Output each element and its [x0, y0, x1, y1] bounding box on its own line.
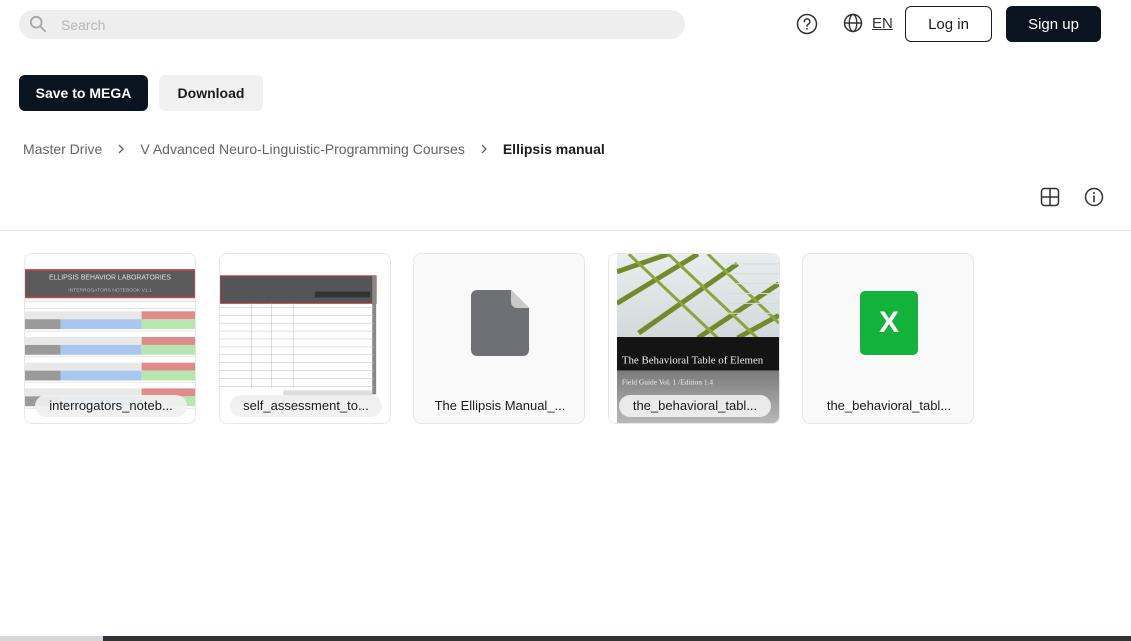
excel-glyph: X [878, 306, 899, 339]
file-name: the_behavioral_tabl... [826, 398, 952, 413]
file-name: interrogators_noteb... [35, 395, 187, 417]
file-tile[interactable]: ELLIPSIS BEHAVIOR LABORATORIES INTERROGA… [24, 253, 196, 424]
breadcrumb-current-folder: Ellipsis manual [502, 141, 605, 157]
breadcrumb: Master Drive V Advanced Neuro-Linguistic… [23, 140, 605, 158]
search-input[interactable] [61, 10, 661, 39]
file-name: the_behavioral_tabl... [619, 395, 771, 417]
file-tile[interactable]: X the_behavioral_tabl... [802, 253, 974, 424]
divider [0, 230, 1131, 231]
breadcrumb-master-drive[interactable]: Master Drive [23, 141, 102, 157]
cover-subtitle: Field Guide Vol. 1 /Edition 1.4 [622, 377, 714, 386]
thumb-title: ELLIPSIS BEHAVIOR LABORATORIES [49, 275, 171, 282]
help-icon[interactable] [796, 13, 818, 35]
cover-title: The Behavioral Table of Elemen [622, 355, 764, 367]
taskbar-edge [103, 636, 1131, 641]
login-button[interactable]: Log in [905, 6, 992, 42]
taskbar-edge [0, 636, 103, 641]
chevron-right-icon [481, 144, 487, 154]
search-icon [29, 15, 47, 33]
file-name: The Ellipsis Manual_... [434, 398, 566, 413]
save-to-mega-button[interactable]: Save to MEGA [19, 75, 148, 111]
globe-icon[interactable] [843, 13, 863, 33]
info-icon[interactable] [1084, 187, 1104, 207]
file-icon [471, 290, 529, 356]
chevron-right-icon [118, 144, 125, 154]
breadcrumb-nlp-courses[interactable]: V Advanced Neuro-Linguistic-Programming … [140, 141, 464, 157]
search-bar[interactable] [19, 10, 685, 39]
grid-view-icon[interactable] [1040, 187, 1060, 207]
file-tile[interactable]: The Behavioral Table of Elemen Field Gui… [608, 253, 780, 424]
download-button[interactable]: Download [159, 75, 263, 111]
file-name: self_assessment_to... [230, 395, 382, 417]
language-selector[interactable]: EN [872, 15, 893, 32]
thumb-subtitle: INTERROGATORS NOTEBOOK V1.1 [68, 288, 152, 294]
file-tile[interactable]: The Ellipsis Manual_... [413, 253, 585, 424]
excel-icon: X [860, 291, 918, 355]
file-tile[interactable]: self_assessment_to... [219, 253, 391, 424]
signup-button[interactable]: Sign up [1006, 6, 1101, 42]
